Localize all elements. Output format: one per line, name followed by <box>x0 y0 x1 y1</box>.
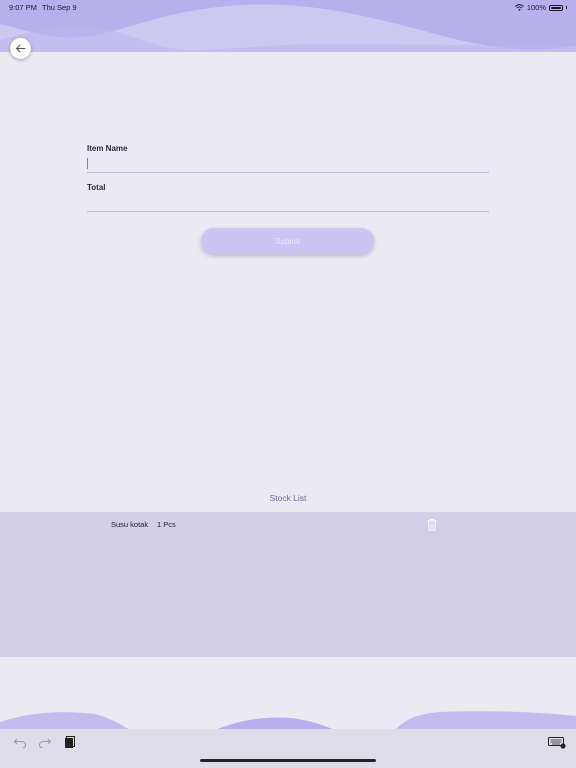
status-time: 9:07 PM <box>9 3 37 12</box>
undo-icon[interactable] <box>13 735 27 749</box>
item-name-label: Item Name <box>87 144 128 153</box>
battery-icon <box>549 4 563 11</box>
stock-list-title: Stock List <box>269 493 307 503</box>
home-indicator <box>200 759 376 762</box>
status-bar: 9:07 PM Thu Sep 9 100% <box>0 0 576 14</box>
item-total: 1 Pcs <box>157 520 176 529</box>
bottom-wave-decoration <box>0 711 576 730</box>
back-button[interactable] <box>10 38 31 59</box>
wifi-icon <box>514 4 524 11</box>
text-caret <box>87 158 88 169</box>
submit-button[interactable]: Submit <box>201 228 374 254</box>
redo-icon[interactable] <box>38 735 52 749</box>
list-item: Susu kotak 1 Pcs <box>0 512 576 536</box>
trash-icon[interactable] <box>426 518 438 531</box>
keyboard-icon[interactable] <box>548 735 566 749</box>
battery-tip <box>566 6 567 9</box>
battery-percent: 100% <box>526 3 546 12</box>
total-input[interactable] <box>87 197 489 212</box>
keyboard-shortcut-bar <box>0 729 576 768</box>
back-arrow-icon <box>15 44 26 53</box>
paste-icon[interactable] <box>63 735 77 749</box>
stock-list-panel: Susu kotak 1 Pcs <box>0 512 576 657</box>
total-label: Total <box>87 183 106 192</box>
item-name: Susu kotak <box>111 520 149 529</box>
item-name-input[interactable] <box>87 158 489 173</box>
status-date: Thu Sep 9 <box>42 3 77 12</box>
status-indicators: 100% <box>514 3 567 12</box>
